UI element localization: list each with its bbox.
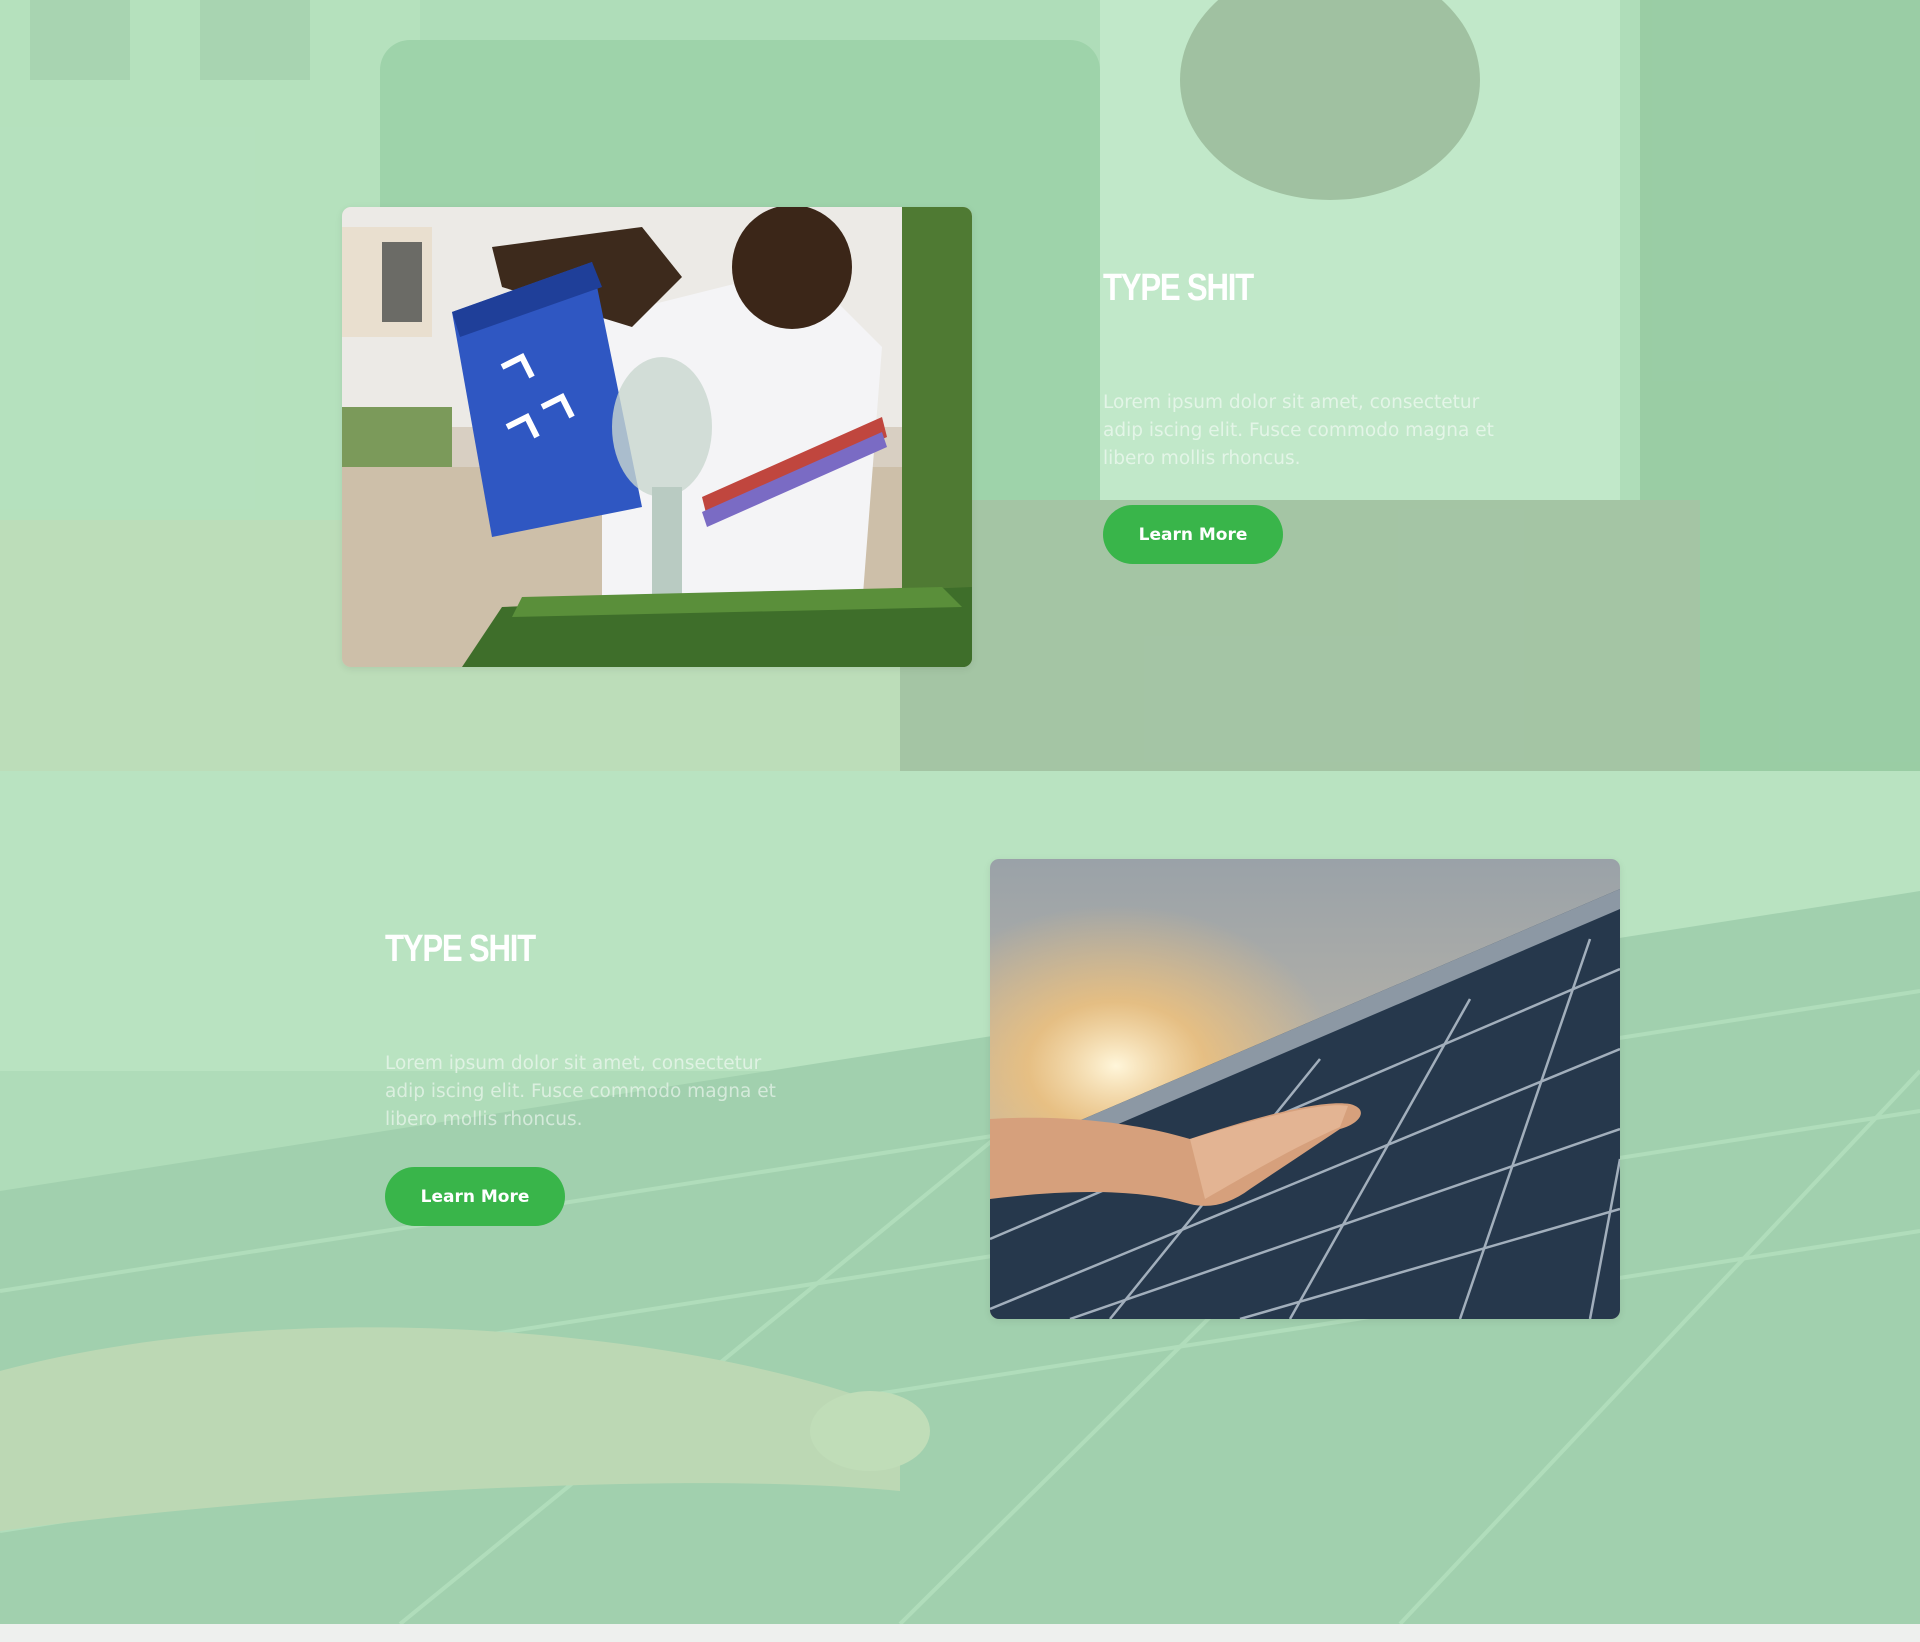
feature-section-recycling: TYPE SHIT Lorem ipsum dolor sit amet, co…	[0, 0, 1920, 771]
feature-body: Lorem ipsum dolor sit amet, consectetur …	[385, 1053, 776, 1130]
page-footer-edge	[0, 1624, 1920, 1642]
feature-body: Lorem ipsum dolor sit amet, consectetur …	[1103, 392, 1494, 469]
recycling-photo	[342, 207, 972, 667]
feature-body-container-1: Lorem ipsum dolor sit amet, consectetur …	[1103, 389, 1523, 473]
feature-heading: TYPE SHIT	[1103, 267, 1254, 309]
feature-heading: TYPE SHIT	[385, 928, 536, 970]
feature-text-2: TYPE SHIT	[385, 925, 805, 973]
feature-body-container-2: Lorem ipsum dolor sit amet, consectetur …	[385, 1050, 805, 1134]
green-overlay	[0, 771, 1920, 1624]
feature-text-1: TYPE SHIT	[1103, 264, 1523, 312]
solar-panel-photo	[990, 859, 1620, 1319]
feature-section-solar: TYPE SHIT Lorem ipsum dolor sit amet, co…	[0, 771, 1920, 1624]
learn-more-button[interactable]: Learn More	[1103, 505, 1283, 564]
learn-more-button[interactable]: Learn More	[385, 1167, 565, 1226]
